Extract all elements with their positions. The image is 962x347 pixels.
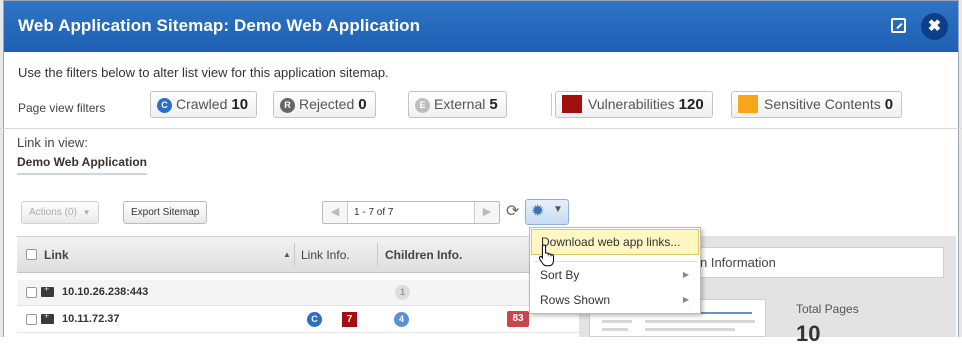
folder-icon[interactable] [41, 284, 54, 297]
filter-sensitive-label: Sensitive Contents [764, 96, 881, 112]
column-header-link[interactable]: Link [44, 237, 69, 273]
previous-page-icon[interactable]: ◀ [323, 202, 348, 223]
table-row[interactable]: 10.11.72.37 C 7 4 83 [17, 307, 579, 333]
hand-cursor-icon [538, 244, 554, 267]
total-pages-value: 10 [796, 321, 821, 346]
thumbnail-line [645, 320, 755, 323]
filter-crawled[interactable]: C Crawled 10 [150, 91, 258, 118]
children-count-badge: 4 [394, 312, 409, 327]
row-checkbox[interactable] [26, 314, 37, 325]
submenu-arrow-icon: ▶ [682, 295, 689, 304]
column-header-link-info[interactable]: Link Info. [301, 237, 350, 273]
filter-crawled-label: Crawled [176, 96, 228, 112]
menu-item-sort-by[interactable]: Sort By ▶ [531, 262, 699, 288]
actions-button[interactable]: Actions (0) ▼ [21, 201, 99, 224]
filter-sensitive-contents[interactable]: Sensitive Contents 0 [731, 91, 903, 118]
gear-icon: ✹ [531, 203, 545, 220]
filter-vulnerabilities[interactable]: Vulnerabilities 120 [555, 91, 713, 118]
filter-rejected-label: Rejected [299, 96, 355, 112]
filter-separator [551, 93, 552, 116]
rejected-badge-icon: R [280, 98, 295, 113]
folder-icon[interactable] [41, 311, 54, 324]
pager-range[interactable]: 1 - 7 of 7 [348, 202, 474, 223]
row-link[interactable]: 10.10.26.238:443 [62, 286, 148, 298]
total-pages-label: Total Pages [796, 302, 859, 316]
pager: ◀ 1 - 7 of 7 ▶ [322, 201, 500, 224]
sort-ascending-icon[interactable]: ▲ [283, 237, 291, 273]
thumbnail-line [602, 328, 628, 331]
menu-item-download-links[interactable]: Download web app links... [531, 229, 699, 255]
filter-external-label: External [434, 96, 486, 112]
popout-icon[interactable] [891, 18, 906, 33]
divider [0, 128, 962, 129]
crawled-badge-icon: C [157, 98, 172, 113]
column-header-children-info[interactable]: Children Info. [385, 237, 462, 273]
actions-label: Actions (0) [29, 207, 77, 218]
sensitive-swatch-icon [738, 95, 758, 113]
select-all-checkbox[interactable] [26, 249, 37, 260]
table-header: Link ▲ Link Info. Children Info. [17, 236, 579, 273]
dialog-titlebar: Web Application Sitemap: Demo Web Applic… [4, 1, 958, 52]
menu-item-label: Rows Shown [540, 293, 611, 307]
information-title: n Information [700, 255, 776, 270]
external-badge-icon: E [415, 98, 430, 113]
children-vulnerability-count: 83 [507, 311, 529, 327]
filter-external-count: 5 [489, 96, 498, 113]
thumbnail-line [602, 320, 632, 323]
children-count-badge: 1 [395, 285, 410, 300]
table-row[interactable]: 10.10.26.238:443 1 [17, 280, 579, 306]
filter-vulnerabilities-count: 120 [678, 96, 704, 113]
crawled-badge-icon: C [307, 312, 322, 327]
vulnerability-count-badge: 7 [342, 312, 357, 327]
filter-sensitive-count: 0 [884, 96, 894, 113]
filter-crawled-count: 10 [231, 96, 249, 113]
filter-rejected[interactable]: R Rejected 0 [273, 91, 376, 118]
menu-item-rows-shown[interactable]: Rows Shown ▶ [531, 287, 699, 313]
row-link[interactable]: 10.11.72.37 [62, 313, 120, 325]
link-in-view-label: Link in view: [17, 135, 88, 150]
column-divider [377, 243, 378, 267]
filter-rejected-count: 0 [358, 96, 367, 113]
menu-item-label: Download web app links... [541, 235, 681, 249]
refresh-icon[interactable]: ⟳ [506, 203, 519, 221]
thumbnail-line [645, 328, 735, 331]
chevron-down-icon: ▼ [82, 208, 91, 217]
menu-item-label: Sort By [540, 268, 580, 282]
dialog-title: Web Application Sitemap: Demo Web Applic… [18, 16, 421, 35]
export-sitemap-button[interactable]: Export Sitemap [123, 201, 208, 224]
submenu-arrow-icon: ▶ [682, 270, 689, 279]
row-checkbox[interactable] [26, 287, 37, 298]
vulnerabilities-swatch-icon [562, 95, 582, 113]
intro-text: Use the filters below to alter list view… [18, 65, 389, 80]
next-page-icon[interactable]: ▶ [474, 202, 499, 223]
page-view-filters-label: Page view filters [18, 101, 106, 115]
link-in-view-value: Demo Web Application [17, 155, 148, 175]
settings-menu-button[interactable]: ✹ ▼ [525, 199, 569, 225]
filter-vulnerabilities-label: Vulnerabilities [588, 96, 675, 112]
chevron-down-icon: ▼ [553, 204, 563, 215]
close-icon[interactable]: ✖ [921, 13, 948, 40]
settings-dropdown-menu: Download web app links... Sort By ▶ Rows… [529, 227, 701, 314]
filter-external[interactable]: E External 5 [408, 91, 507, 118]
column-divider [294, 243, 295, 267]
